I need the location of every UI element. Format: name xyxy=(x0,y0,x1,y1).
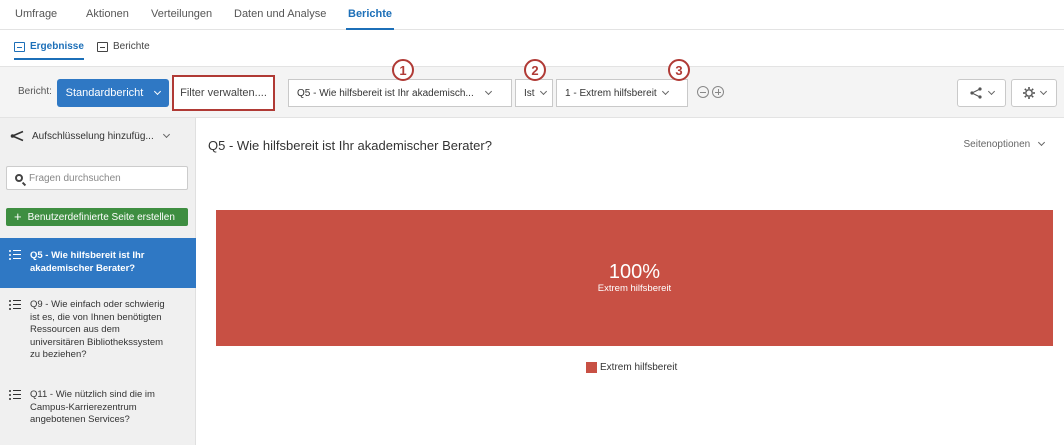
chevron-down-icon xyxy=(987,87,996,95)
tab-umfrage[interactable]: Umfrage xyxy=(15,8,57,20)
question-text-line: Q9 - Wie einfach oder schwierig xyxy=(30,299,165,310)
create-custom-page-label: Benutzerdefinierte Seite erstellen xyxy=(27,211,175,223)
question-text-line: Campus-Karrierezentrum xyxy=(30,401,137,413)
legend-swatch xyxy=(586,362,597,373)
create-custom-page-button[interactable]: + Benutzerdefinierte Seite erstellen xyxy=(6,208,188,226)
subtab-ergebnisse[interactable]: Ergebnisse xyxy=(14,41,84,60)
report-icon xyxy=(97,41,108,52)
sidebar-question-q11[interactable]: Q11 - Wie nützlich sind die im Campus-Ka… xyxy=(0,389,196,427)
question-title: Q5 - Wie hilfsbereit ist Ihr akademische… xyxy=(208,138,492,153)
tab-verteilungen[interactable]: Verteilungen xyxy=(151,8,212,20)
page-options-dropdown[interactable]: Seitenoptionen xyxy=(963,138,1046,150)
filter-add-remove xyxy=(697,86,724,98)
tab-aktionen[interactable]: Aktionen xyxy=(86,8,129,20)
legend-label: Extrem hilfsbereit xyxy=(600,362,678,373)
question-text-line: zu beziehen? xyxy=(30,349,87,360)
report-select-value: Standardbericht xyxy=(65,87,144,99)
chevron-down-icon xyxy=(1037,138,1046,147)
bar-value-label: 100% xyxy=(608,261,661,283)
chart-legend: Extrem hilfsbereit xyxy=(586,362,677,373)
results-icon xyxy=(14,41,25,52)
report-main: Q5 - Wie hilfsbereit ist Ihr akademische… xyxy=(197,118,1064,445)
search-icon xyxy=(15,174,23,182)
bar-category-label: Extrem hilfsbereit xyxy=(597,283,672,294)
settings-button[interactable] xyxy=(1011,79,1057,107)
question-text-line: angebotenen Services? xyxy=(30,414,130,425)
question-text-line: universitären Bibliothekssystem xyxy=(30,336,164,348)
question-dropdown[interactable]: Q5 - Wie hilfsbereit ist Ihr akademisch.… xyxy=(288,79,512,107)
chevron-down-icon xyxy=(1039,87,1047,95)
top-navigation: Umfrage Aktionen Verteilungen Daten und … xyxy=(0,0,1064,30)
question-text-line: Q11 - Wie nützlich sind die im xyxy=(30,389,155,400)
report-label: Bericht: xyxy=(18,86,52,97)
page-options-label: Seitenoptionen xyxy=(963,139,1031,150)
question-text-line: ist es, die von Ihnen benötigten xyxy=(30,311,162,323)
report-select[interactable]: Standardbericht xyxy=(57,79,169,107)
chevron-down-icon xyxy=(484,87,492,95)
list-icon xyxy=(9,250,21,260)
remove-filter-icon[interactable] xyxy=(697,86,709,98)
chevron-down-icon xyxy=(162,130,170,138)
breakdown-icon xyxy=(10,130,24,142)
manage-filter-button[interactable]: Filter verwalten.... xyxy=(172,75,275,111)
plus-icon: + xyxy=(14,209,22,224)
annotation-marker-1: 1 xyxy=(392,59,414,81)
tab-berichte[interactable]: Berichte xyxy=(345,8,395,30)
operator-dropdown-value: Ist xyxy=(524,87,535,99)
search-placeholder: Fragen durchsuchen xyxy=(29,172,121,184)
annotation-marker-2: 2 xyxy=(524,59,546,81)
question-search-input[interactable]: Fragen durchsuchen xyxy=(6,166,188,190)
operator-dropdown[interactable]: Ist xyxy=(515,79,553,107)
question-dropdown-value: Q5 - Wie hilfsbereit ist Ihr akademisch.… xyxy=(297,87,474,99)
share-button[interactable] xyxy=(957,79,1006,107)
gear-icon xyxy=(1022,87,1035,99)
tab-daten-und-analyse[interactable]: Daten und Analyse xyxy=(234,8,326,20)
subtab-ergebnisse-label: Ergebnisse xyxy=(30,41,84,52)
answer-dropdown[interactable]: 1 - Extrem hilfsbereit xyxy=(556,79,688,107)
sidebar-question-q5[interactable]: Q5 - Wie hilfsbereit ist Ihr akademische… xyxy=(0,238,196,288)
subtab-berichte[interactable]: Berichte xyxy=(97,41,150,52)
question-text-line: Q5 - Wie hilfsbereit ist Ihr xyxy=(30,250,145,261)
question-text-line: akademischer Berater? xyxy=(30,262,136,274)
chevron-down-icon xyxy=(661,87,669,95)
chevron-down-icon xyxy=(154,87,162,95)
question-text-line: Ressourcen aus dem xyxy=(30,324,120,335)
sidebar-question-q9[interactable]: Q9 - Wie einfach oder schwierig ist es, … xyxy=(0,299,196,362)
list-icon xyxy=(9,300,21,310)
answer-dropdown-value: 1 - Extrem hilfsbereit xyxy=(565,87,657,99)
chevron-down-icon xyxy=(539,87,547,95)
add-filter-icon[interactable] xyxy=(712,86,724,98)
sidebar: Aufschlüsselung hinzufüg... Fragen durch… xyxy=(0,118,196,445)
subtab-berichte-label: Berichte xyxy=(113,41,150,52)
annotation-marker-3: 3 xyxy=(668,59,690,81)
add-breakdown-dropdown[interactable]: Aufschlüsselung hinzufüg... xyxy=(0,118,196,154)
chart-bar: 100% Extrem hilfsbereit xyxy=(216,210,1053,346)
list-icon xyxy=(9,390,21,400)
share-icon xyxy=(970,87,982,99)
add-breakdown-label: Aufschlüsselung hinzufüg... xyxy=(32,130,154,142)
